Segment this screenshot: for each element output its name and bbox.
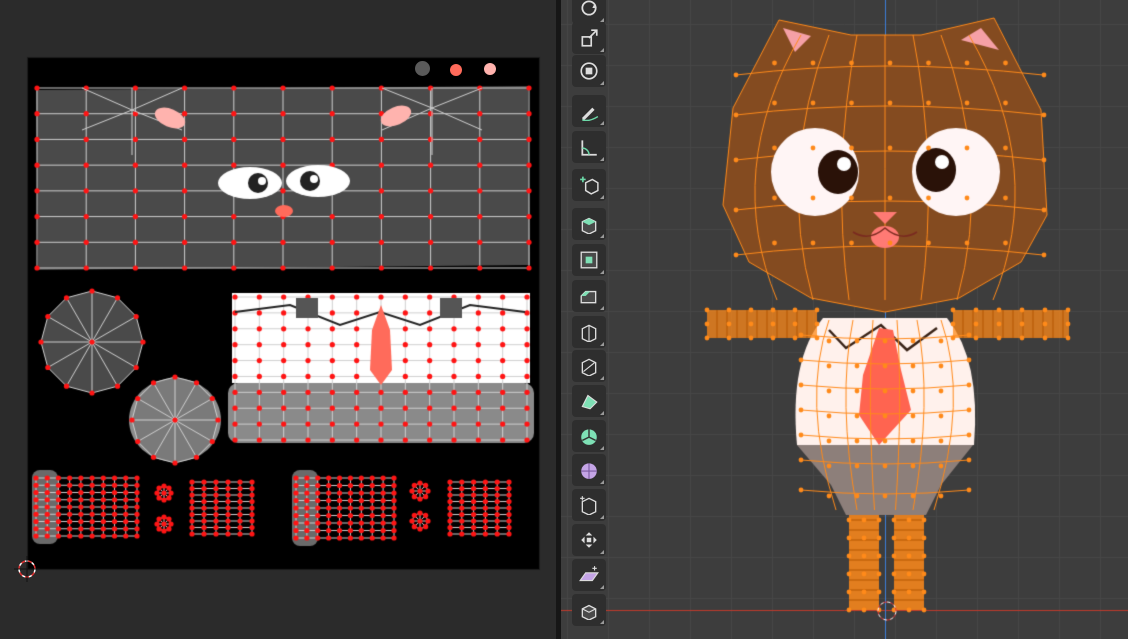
tool-shelf [569,0,609,639]
2d-cursor-icon[interactable] [14,556,40,582]
rotate-tool-button[interactable] [572,0,606,24]
rotate-tool-icon [581,0,597,16]
poly-build-tool-icon [581,394,598,410]
submenu-indicator-icon [600,620,604,624]
viewport-canvas[interactable] [561,0,1128,639]
submenu-indicator-icon [600,157,604,161]
palette-swatch-gray[interactable] [415,61,430,76]
submenu-indicator-icon [600,446,604,450]
rip-region-tool-button[interactable] [572,594,606,626]
submenu-indicator-icon [600,515,604,519]
3d-viewport[interactable] [561,0,1128,639]
poly-build-tool-button[interactable] [572,385,606,417]
loop-cut-tool-button[interactable] [572,316,606,348]
inset-faces-tool-icon [580,251,598,269]
scale-tool-button[interactable] [572,22,606,54]
extrude-region-tool-icon [581,217,597,234]
annotate-tool-button[interactable] [572,95,606,127]
loop-cut-tool-icon [581,324,597,342]
rip-region-tool-icon [581,604,597,620]
shear-tool-button[interactable] [572,559,606,591]
add-cube-tool-button[interactable] [572,169,606,201]
submenu-indicator-icon [600,195,604,199]
uv-editor-panel[interactable] [0,0,556,639]
submenu-indicator-icon [600,306,604,310]
submenu-indicator-icon [600,121,604,125]
measure-tool-icon [581,140,597,156]
palette-swatch-pink[interactable] [484,63,496,75]
uv-canvas[interactable] [0,0,556,639]
submenu-indicator-icon [600,480,604,484]
submenu-indicator-icon [600,81,604,85]
transform-tool-icon [580,62,598,80]
edge-slide-tool-button[interactable] [572,489,606,521]
submenu-indicator-icon [600,550,604,554]
submenu-indicator-icon [600,342,604,346]
scale-tool-icon [581,29,598,47]
shear-tool-icon [579,566,599,582]
annotate-tool-icon [582,107,599,121]
edge-slide-tool-icon [580,496,597,515]
spin-tool-button[interactable] [572,420,606,452]
spin-tool-icon [581,429,597,445]
smooth-tool-button[interactable] [572,454,606,486]
knife-tool-button[interactable] [572,350,606,382]
shrink-fatten-tool-button[interactable] [572,524,606,556]
inset-faces-tool-button[interactable] [572,244,606,276]
knife-tool-icon [581,358,597,376]
smooth-tool-icon [581,463,597,479]
shrink-fatten-tool-icon [581,532,597,548]
submenu-indicator-icon [600,48,604,52]
palette-swatch-red[interactable] [450,64,462,76]
extrude-region-tool-button[interactable] [572,208,606,240]
measure-tool-button[interactable] [572,131,606,163]
bevel-tool-button[interactable] [572,280,606,312]
submenu-indicator-icon [600,376,604,380]
transform-tool-button[interactable] [572,55,606,87]
submenu-indicator-icon [600,270,604,274]
add-cube-tool-icon [580,176,599,195]
submenu-indicator-icon [600,411,604,415]
submenu-indicator-icon [600,234,604,238]
submenu-indicator-icon [600,585,604,589]
bevel-tool-icon [580,290,597,304]
